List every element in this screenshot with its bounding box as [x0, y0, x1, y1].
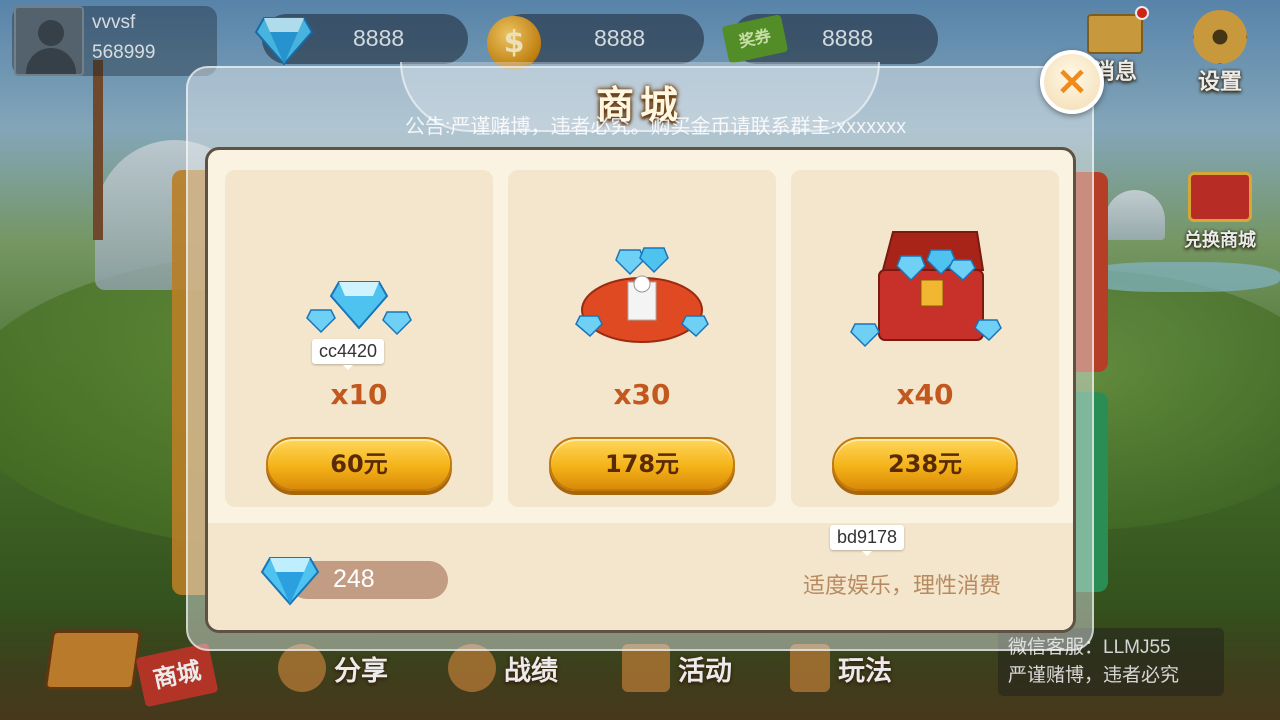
responsible-gaming-slogan: 适度娱乐，理性消费	[803, 573, 1002, 598]
product-card[interactable]: cc4420 x10 60元	[225, 170, 493, 507]
product-quantity: x10	[330, 378, 388, 411]
product-card[interactable]: x40 238元	[791, 170, 1059, 507]
close-icon: ×	[1055, 58, 1089, 104]
diamond-bag-icon	[575, 247, 709, 343]
diamond-balance: 248	[333, 565, 375, 593]
announcement-text: 公告:严谨赌博，违者必究。购买金币请联系群主:xxxxxxx	[405, 116, 907, 138]
product-quantity: x30	[613, 378, 671, 411]
shop-panel: cc4420 x10 60元 x30 178元 x40 238元 248 bd9…	[205, 147, 1076, 633]
diamond-icon	[260, 557, 320, 606]
close-button[interactable]: ×	[1040, 50, 1104, 114]
buy-button[interactable]: 60元	[266, 437, 452, 491]
buy-button[interactable]: 238元	[832, 437, 1018, 491]
buy-button[interactable]: 178元	[549, 437, 735, 491]
diamond-chest-icon	[850, 231, 1002, 348]
footer-tag: bd9178	[830, 525, 905, 556]
product-card[interactable]: x30 178元	[508, 170, 776, 507]
product-tag: cc4420	[312, 339, 385, 370]
small-diamond-pile-icon	[306, 281, 412, 336]
product-quantity: x40	[896, 378, 954, 411]
